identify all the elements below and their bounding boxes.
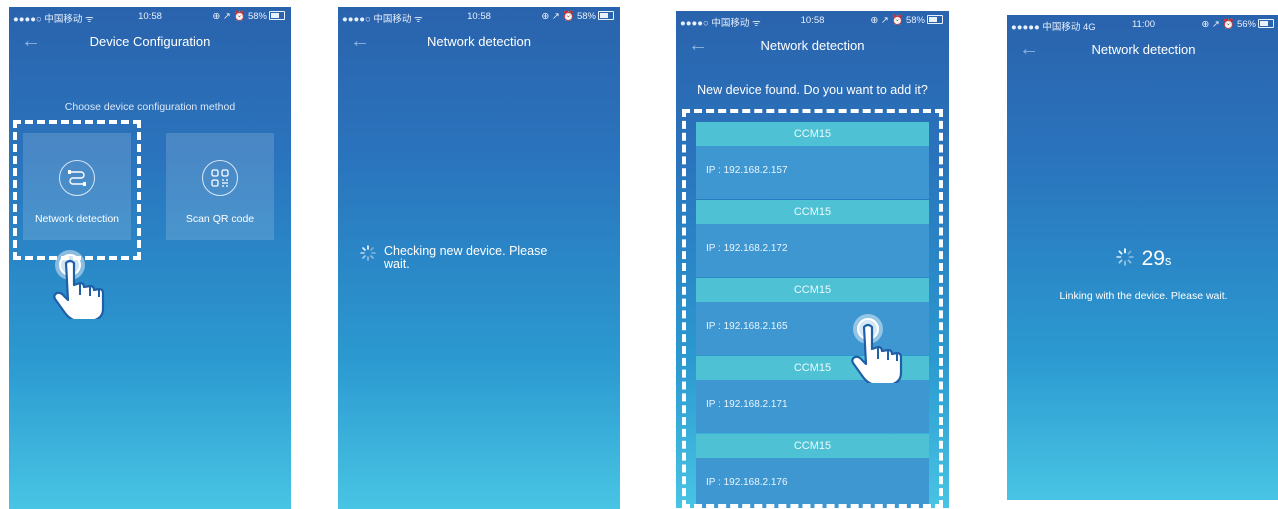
battery-icon	[927, 15, 943, 24]
linking-message: Linking with the device. Please wait.	[1059, 290, 1228, 302]
nav-bar: ← Network detection	[338, 27, 620, 57]
battery-percent: ⊕ ↗ ⏰ 56%	[1201, 19, 1256, 30]
scan-qr-label: Scan QR code	[185, 213, 255, 225]
nav-bar: ← Network detection	[676, 31, 949, 61]
nav-bar: ← Network detection	[1007, 35, 1278, 65]
checking-message: Checking new device. Please wait.	[384, 244, 548, 271]
highlight-box	[13, 120, 141, 260]
screen-device-configuration: ●●●●○ 中国移动 ᯤ 10:58 ⊕ ↗ ⏰ 58% ← Device Co…	[9, 7, 291, 509]
page-title: Network detection	[760, 38, 865, 53]
status-right: ⊕ ↗ ⏰ 58%	[870, 15, 943, 26]
battery-percent: ⊕ ↗ ⏰ 58%	[212, 11, 267, 22]
status-bar: ●●●●○ 中国移动 ᯤ 10:58 ⊕ ↗ ⏰ 58%	[676, 11, 949, 29]
page-title: Device Configuration	[89, 34, 211, 49]
status-right: ⊕ ↗ ⏰ 56%	[1201, 19, 1274, 30]
countdown-timer: 29s	[1007, 247, 1278, 271]
page-title: Network detection	[1091, 42, 1196, 57]
choose-method-label: Choose device configuration method	[64, 101, 236, 113]
highlight-box	[682, 109, 943, 508]
status-bar: ●●●●● 中国移动 4G 11:00 ⊕ ↗ ⏰ 56%	[1007, 15, 1278, 33]
battery-icon	[1258, 19, 1274, 28]
loading-spinner-icon	[1115, 248, 1134, 266]
battery-percent: ⊕ ↗ ⏰ 58%	[541, 11, 596, 22]
status-bar: ●●●●○ 中国移动 ᯤ 10:58 ⊕ ↗ ⏰ 58%	[9, 7, 291, 25]
battery-icon	[269, 11, 285, 20]
status-right: ⊕ ↗ ⏰ 58%	[541, 11, 614, 22]
countdown-value: 29	[1141, 247, 1165, 270]
loading-spinner-icon	[360, 245, 376, 261]
qr-code-icon	[202, 160, 238, 196]
battery-percent: ⊕ ↗ ⏰ 58%	[870, 15, 925, 26]
scan-qr-option[interactable]: Scan QR code	[166, 133, 274, 240]
status-bar: ●●●●○ 中国移动 ᯤ 10:58 ⊕ ↗ ⏰ 58%	[338, 7, 620, 25]
checking-status: Checking new device. Please wait.	[360, 245, 574, 271]
battery-icon	[598, 11, 614, 20]
new-device-message: New device found. Do you want to add it?	[697, 83, 928, 97]
pointing-hand-icon	[851, 314, 903, 383]
nav-bar: ← Device Configuration	[9, 27, 291, 57]
screen-linking: ●●●●● 中国移动 4G 11:00 ⊕ ↗ ⏰ 56% ← Network …	[1007, 15, 1278, 500]
screen-checking: ●●●●○ 中国移动 ᯤ 10:58 ⊕ ↗ ⏰ 58% ← Network d…	[338, 7, 620, 509]
screen-device-list: ●●●●○ 中国移动 ᯤ 10:58 ⊕ ↗ ⏰ 58% ← Network d…	[676, 11, 949, 508]
status-right: ⊕ ↗ ⏰ 58%	[212, 11, 285, 22]
countdown-unit: s	[1164, 253, 1172, 268]
pointing-hand-icon	[53, 250, 105, 319]
page-title: Network detection	[426, 34, 532, 49]
